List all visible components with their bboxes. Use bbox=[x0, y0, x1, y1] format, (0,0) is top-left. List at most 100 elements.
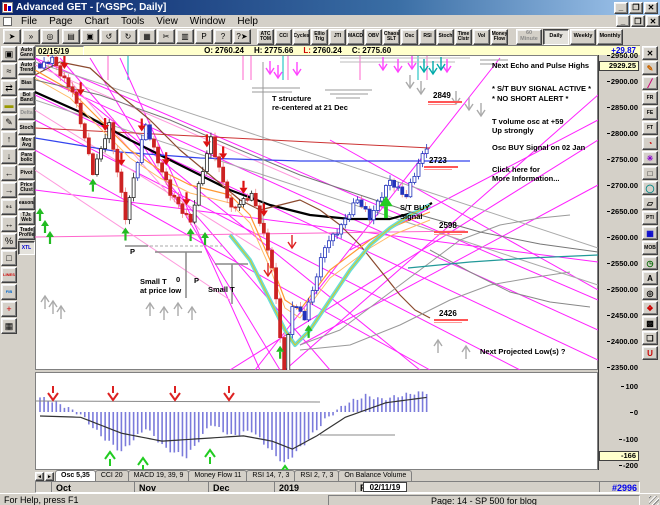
zoom-tool-button[interactable]: ◎ bbox=[41, 29, 59, 44]
copy-tool-button[interactable]: ❏ bbox=[642, 331, 658, 345]
study-jti[interactable]: JTI bbox=[329, 28, 346, 45]
menu-chart[interactable]: Chart bbox=[78, 15, 114, 28]
box-tool-button[interactable]: □ bbox=[1, 250, 17, 266]
gann-tool-button[interactable]: ◔ bbox=[642, 136, 658, 150]
lines-tool-button[interactable]: LINES bbox=[1, 267, 17, 283]
mob-study-button[interactable]: MOB bbox=[642, 241, 658, 255]
study-btn-bias[interactable]: Bias bbox=[18, 76, 35, 90]
scroll-up-button[interactable]: ↑ bbox=[1, 131, 17, 147]
undo-button[interactable]: U bbox=[642, 346, 658, 360]
study-osc[interactable]: Osc bbox=[401, 28, 418, 45]
copy-button[interactable]: ▦ bbox=[138, 29, 156, 44]
pencil-tool-button[interactable]: ✎ bbox=[642, 61, 658, 75]
help-button[interactable]: ? bbox=[214, 29, 232, 44]
study-chaos-slt[interactable]: Chaos SLT bbox=[383, 28, 400, 45]
study-money-flow[interactable]: Money Flow bbox=[491, 28, 508, 45]
mdi-close-button[interactable]: ✕ bbox=[646, 15, 660, 27]
timeframe-monthly[interactable]: Monthly bbox=[597, 28, 623, 45]
menu-file[interactable]: File bbox=[15, 15, 43, 28]
menu-help[interactable]: Help bbox=[231, 15, 264, 28]
study-btn-tjs-web[interactable]: TJs Web bbox=[18, 211, 35, 225]
study-btn-delta[interactable]: Delta bbox=[18, 106, 35, 120]
scale-percent-button[interactable]: % bbox=[1, 233, 17, 249]
close-button[interactable]: ✕ bbox=[644, 1, 658, 14]
delete-tool-button[interactable]: ✕ bbox=[642, 46, 658, 60]
print-button[interactable]: P bbox=[195, 29, 213, 44]
study-vol[interactable]: Vol bbox=[473, 28, 490, 45]
fib-extension-button[interactable]: FE bbox=[642, 106, 658, 120]
menu-tools[interactable]: Tools bbox=[115, 15, 150, 28]
tab-scroll-left[interactable]: ◄ bbox=[35, 472, 44, 481]
fib-tool-button[interactable]: FIB bbox=[1, 284, 17, 300]
refresh-data-button[interactable]: ⇄ bbox=[1, 80, 17, 96]
context-help-button[interactable]: ?➤ bbox=[233, 29, 251, 44]
tab-cci-20[interactable]: CCI 20 bbox=[94, 470, 129, 481]
menu-window[interactable]: Window bbox=[184, 15, 232, 28]
study-rsi[interactable]: RSI bbox=[419, 28, 436, 45]
date-nav-box[interactable]: 02/11/19 bbox=[363, 482, 407, 492]
paste-chart-button[interactable]: ▥ bbox=[176, 29, 194, 44]
snap-tool-button[interactable]: ▩ bbox=[642, 316, 658, 330]
study-btn-price-clust[interactable]: Price Clust bbox=[18, 181, 35, 195]
study-time-clstr[interactable]: Time Clstr bbox=[455, 28, 472, 45]
study-stoch[interactable]: Stoch bbox=[437, 28, 454, 45]
minimize-button[interactable]: _ bbox=[614, 1, 628, 14]
back-button[interactable]: ↺ bbox=[100, 29, 118, 44]
study-btn-mov-avg[interactable]: Mov Avg bbox=[18, 136, 35, 150]
tick-quotes-button[interactable]: ≈ bbox=[1, 63, 17, 79]
rectangle-tool-button[interactable]: □ bbox=[642, 166, 658, 180]
bar-spacing-button[interactable]: ↔ bbox=[1, 216, 17, 232]
study-cci[interactable]: CCI bbox=[275, 28, 292, 45]
menu-page[interactable]: Page bbox=[43, 15, 78, 28]
study-btn-xtl[interactable]: XTL bbox=[18, 241, 35, 255]
pti-study-button[interactable]: PTI bbox=[642, 211, 658, 225]
scroll-left-button[interactable]: ← bbox=[1, 165, 17, 181]
elliott-tool-button[interactable]: ✎ bbox=[1, 114, 17, 130]
new-chart-button[interactable]: ▤ bbox=[62, 29, 80, 44]
cut-button[interactable]: ✂ bbox=[157, 29, 175, 44]
scroll-down-button[interactable]: ↓ bbox=[1, 148, 17, 164]
restore-button[interactable]: ❐ bbox=[629, 1, 643, 14]
study-cycles[interactable]: Cycles bbox=[293, 28, 310, 45]
open-chart-button[interactable]: ▣ bbox=[81, 29, 99, 44]
regression-tool-button[interactable]: ▱ bbox=[642, 196, 658, 210]
study-btn-pivot[interactable]: Pivot bbox=[18, 166, 35, 180]
scroll-right-button[interactable]: → bbox=[1, 182, 17, 198]
mdi-minimize-button[interactable]: _ bbox=[616, 15, 630, 27]
fan-tool-button[interactable]: ✳ bbox=[642, 151, 658, 165]
study-btn-bol-band[interactable]: Bol Band bbox=[18, 91, 35, 105]
study-btn-seasonal[interactable]: Seasonal bbox=[18, 196, 35, 210]
quotes-tool-button[interactable]: » bbox=[22, 29, 40, 44]
fib-retracement-button[interactable]: FR bbox=[642, 91, 658, 105]
forward-button[interactable]: ↻ bbox=[119, 29, 137, 44]
text-tool-button[interactable]: A bbox=[642, 271, 658, 285]
study-btn-auto-gann[interactable]: Auto Gann bbox=[18, 46, 35, 60]
timeframe-weekly[interactable]: Weekly bbox=[570, 28, 596, 45]
study-btn-auto-trend[interactable]: Auto Trend bbox=[18, 61, 35, 75]
oscillator-canvas[interactable] bbox=[35, 372, 598, 470]
grid-tool-button[interactable]: ▦ bbox=[642, 226, 658, 240]
study-editor-button[interactable]: ▬ bbox=[1, 97, 17, 113]
page-window-button[interactable]: ▦ bbox=[1, 318, 17, 334]
timeframe-daily[interactable]: Daily bbox=[543, 28, 569, 45]
tab-rsi-14-7-3[interactable]: RSI 14, 7, 3 bbox=[246, 470, 296, 481]
pointer-tool-button[interactable]: ➤ bbox=[3, 29, 21, 44]
ellipse-tool-button[interactable]: ◯ bbox=[642, 181, 658, 195]
zoom-in-button[interactable]: ◎ bbox=[642, 286, 658, 300]
color-tool-button[interactable]: ❖ bbox=[642, 301, 658, 315]
tab-macd-19-39-9[interactable]: MACD 19, 39, 9 bbox=[127, 470, 190, 481]
mdi-restore-button[interactable]: ❐ bbox=[631, 15, 645, 27]
fib-time-button[interactable]: FT bbox=[642, 121, 658, 135]
menu-view[interactable]: View bbox=[150, 15, 184, 28]
study-btn-para-bolic[interactable]: Para bolic bbox=[18, 151, 35, 165]
tab-money-flow-11[interactable]: Money Flow 11 bbox=[188, 470, 248, 481]
tab-rsi-2-7-3[interactable]: RSI 2, 7, 3 bbox=[294, 470, 340, 481]
tab-osc-5-35[interactable]: Osc 5,35 bbox=[55, 470, 96, 481]
study-ellio-trig[interactable]: Ellio Trig bbox=[311, 28, 328, 45]
time-marker-button[interactable]: ◷ bbox=[642, 256, 658, 270]
study-btn-stoch[interactable]: Stoch bbox=[18, 121, 35, 135]
timeframe-60-minute[interactable]: 60 Minute bbox=[516, 28, 542, 45]
bars-per-inch-button[interactable]: 9:1 bbox=[1, 199, 17, 215]
crosshair-tool-button[interactable]: + bbox=[1, 301, 17, 317]
tab-scroll-right[interactable]: ► bbox=[45, 472, 54, 481]
